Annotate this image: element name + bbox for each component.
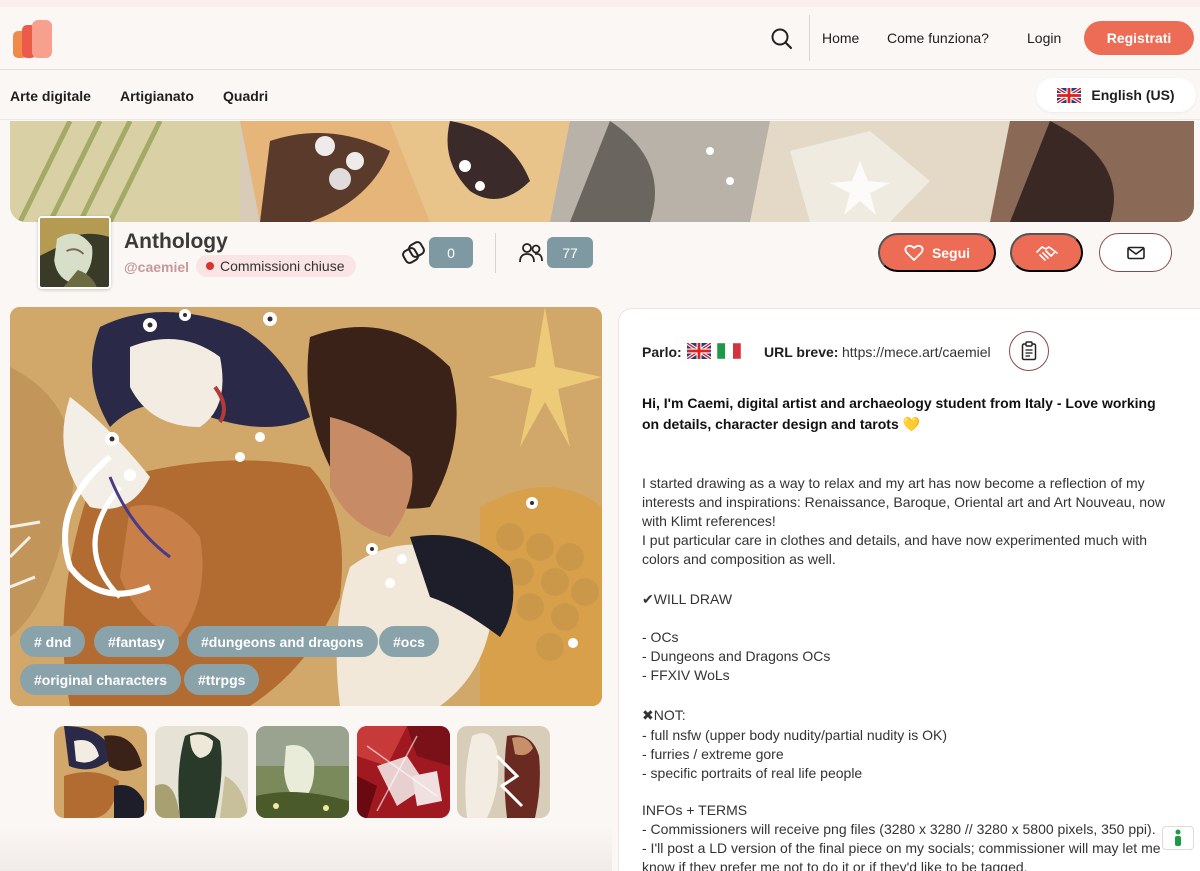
category-crafts[interactable]: Artigianato bbox=[120, 88, 194, 104]
category-paintings[interactable]: Quadri bbox=[223, 88, 268, 104]
follow-label: Segui bbox=[931, 244, 971, 261]
bio-line: I started drawing as a way to relax and … bbox=[642, 475, 1145, 491]
status-dot bbox=[206, 262, 214, 270]
tag-chip[interactable]: #ocs bbox=[379, 626, 439, 657]
profile-name: Anthology bbox=[124, 230, 228, 253]
site-logo[interactable] bbox=[12, 19, 54, 59]
accessibility-help-button[interactable] bbox=[1162, 826, 1194, 850]
artwork-thumbnail[interactable] bbox=[155, 726, 248, 818]
profile-handle: @caemiel bbox=[124, 259, 190, 275]
bio-line: INFOs + TERMS bbox=[642, 802, 748, 818]
short-url-label: URL breve: bbox=[764, 344, 839, 360]
bio-line: I put particular care in clothes and det… bbox=[642, 532, 1148, 548]
artwork-thumbnail[interactable] bbox=[457, 726, 550, 818]
top-navbar: Home Come funziona? Login Registrati bbox=[0, 7, 1200, 70]
heart-icon bbox=[904, 244, 924, 261]
bio-headline: Hi, I'm Caemi, digital artist and archae… bbox=[642, 395, 1156, 432]
copy-url-button[interactable] bbox=[1009, 331, 1049, 371]
uk-flag-icon bbox=[1057, 87, 1082, 103]
nav-login-link[interactable]: Login bbox=[1027, 30, 1061, 46]
bio-line: know if they prefer me not to do it or i… bbox=[642, 859, 1028, 871]
register-button[interactable]: Registrati bbox=[1084, 21, 1194, 55]
category-bar: Arte digitale Artigianato Quadri English… bbox=[0, 71, 1200, 120]
profile-banner-image bbox=[10, 121, 1194, 222]
profile-avatar[interactable] bbox=[38, 216, 111, 289]
bio-line: - Dungeons and Dragons OCs bbox=[642, 648, 831, 664]
uk-flag-icon bbox=[687, 343, 711, 359]
featured-artwork[interactable]: # dnd #fantasy #dungeons and dragons #oc… bbox=[10, 307, 602, 706]
category-digital-art[interactable]: Arte digitale bbox=[10, 88, 91, 104]
tag-chip[interactable]: #fantasy bbox=[94, 626, 179, 657]
tag-chip[interactable]: # dnd bbox=[20, 626, 86, 657]
person-icon bbox=[1175, 829, 1181, 846]
bio-line: interests and inspirations: Renaissance,… bbox=[642, 494, 1165, 510]
language-label: English (US) bbox=[1091, 87, 1175, 103]
clipboard-icon bbox=[1021, 341, 1037, 361]
bio-line: - furries / extreme gore bbox=[642, 746, 784, 762]
followers-count: 77 bbox=[547, 237, 593, 268]
stats-separator bbox=[495, 233, 496, 273]
follow-button[interactable]: Segui bbox=[878, 233, 996, 272]
bio-line: - FFXIV WoLs bbox=[642, 667, 730, 683]
bio-line: ✖NOT: bbox=[642, 707, 686, 723]
mail-icon bbox=[1126, 246, 1145, 259]
commission-request-button[interactable] bbox=[1010, 233, 1083, 272]
handshake-icon bbox=[1035, 245, 1058, 261]
page: Home Come funziona? Login Registrati Art… bbox=[0, 0, 1200, 871]
collections-count: 0 bbox=[429, 237, 473, 268]
artwork-thumbnail[interactable] bbox=[357, 726, 450, 818]
commission-status-badge: Commissioni chiuse bbox=[196, 255, 357, 277]
bio-line: - specific portraits of real life people bbox=[642, 765, 863, 781]
artwork-thumbnail[interactable] bbox=[54, 726, 147, 818]
language-selector[interactable]: English (US) bbox=[1036, 78, 1196, 112]
commission-status-label: Commissioni chiuse bbox=[220, 258, 345, 274]
search-icon[interactable] bbox=[768, 25, 796, 53]
languages-label: Parlo: bbox=[642, 344, 682, 360]
tag-chip[interactable]: #dungeons and dragons bbox=[187, 626, 378, 657]
top-stripe bbox=[0, 0, 1200, 7]
bottom-fade bbox=[0, 826, 612, 871]
followers-icon bbox=[519, 243, 543, 263]
bio-line: - I'll post a LD version of the final pi… bbox=[642, 840, 1161, 856]
artwork-thumbnail[interactable] bbox=[256, 726, 349, 818]
nav-home-link[interactable]: Home bbox=[822, 30, 859, 46]
bio-line: - Commissioners will receive png files (… bbox=[642, 821, 1156, 837]
message-button[interactable] bbox=[1099, 233, 1172, 272]
bio-line: ✔WILL DRAW bbox=[642, 591, 733, 607]
tag-chip[interactable]: #ttrpgs bbox=[184, 664, 260, 695]
nav-how-it-works-link[interactable]: Come funziona? bbox=[887, 30, 989, 46]
bio-line: - full nsfw (upper body nudity/partial n… bbox=[642, 727, 948, 743]
nav-separator bbox=[809, 15, 810, 61]
bio-line: with Klimt references! bbox=[642, 513, 776, 529]
short-url-value[interactable]: https://mece.art/caemiel bbox=[842, 344, 991, 360]
collections-icon bbox=[402, 241, 425, 264]
italy-flag-icon bbox=[717, 343, 741, 359]
bio-line: colors and composition as well. bbox=[642, 551, 836, 567]
tag-chip[interactable]: #original characters bbox=[20, 664, 182, 695]
bio-line: - OCs bbox=[642, 629, 679, 645]
